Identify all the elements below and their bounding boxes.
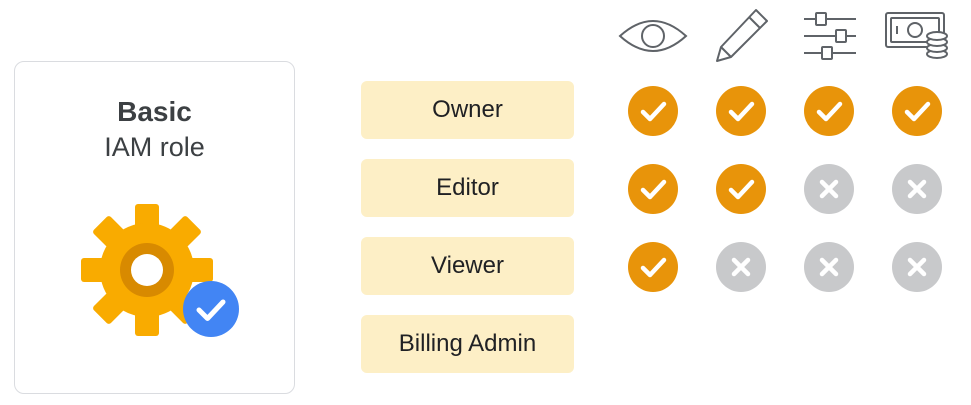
role-viewer: Viewer: [361, 237, 574, 295]
role-billing-admin: Billing Admin: [361, 315, 574, 373]
cross-icon: [804, 242, 854, 292]
cross-icon: [716, 242, 766, 292]
check-icon: [804, 86, 854, 136]
check-icon: [628, 242, 678, 292]
check-icon: [892, 86, 942, 136]
cross-icon: [804, 164, 854, 214]
role-label: Billing Admin: [398, 330, 537, 357]
pencil-icon: [716, 9, 768, 62]
role-label: Editor: [436, 174, 499, 201]
eye-icon: [618, 20, 688, 52]
sliders-icon: [804, 12, 856, 60]
check-circle-icon: [183, 281, 239, 337]
check-icon: [628, 164, 678, 214]
card-title: Basic: [117, 96, 192, 127]
cross-icon: [892, 242, 942, 292]
basic-iam-role-card: Basic IAM role: [14, 61, 295, 394]
check-icon: [628, 86, 678, 136]
check-icon: [716, 86, 766, 136]
check-icon: [716, 164, 766, 214]
role-editor: Editor: [361, 159, 574, 217]
money-icon: [885, 12, 948, 59]
role-label: Viewer: [431, 252, 504, 279]
cross-icon: [892, 164, 942, 214]
role-label: Owner: [432, 96, 503, 123]
card-subtitle: IAM role: [104, 132, 205, 162]
role-owner: Owner: [361, 81, 574, 139]
